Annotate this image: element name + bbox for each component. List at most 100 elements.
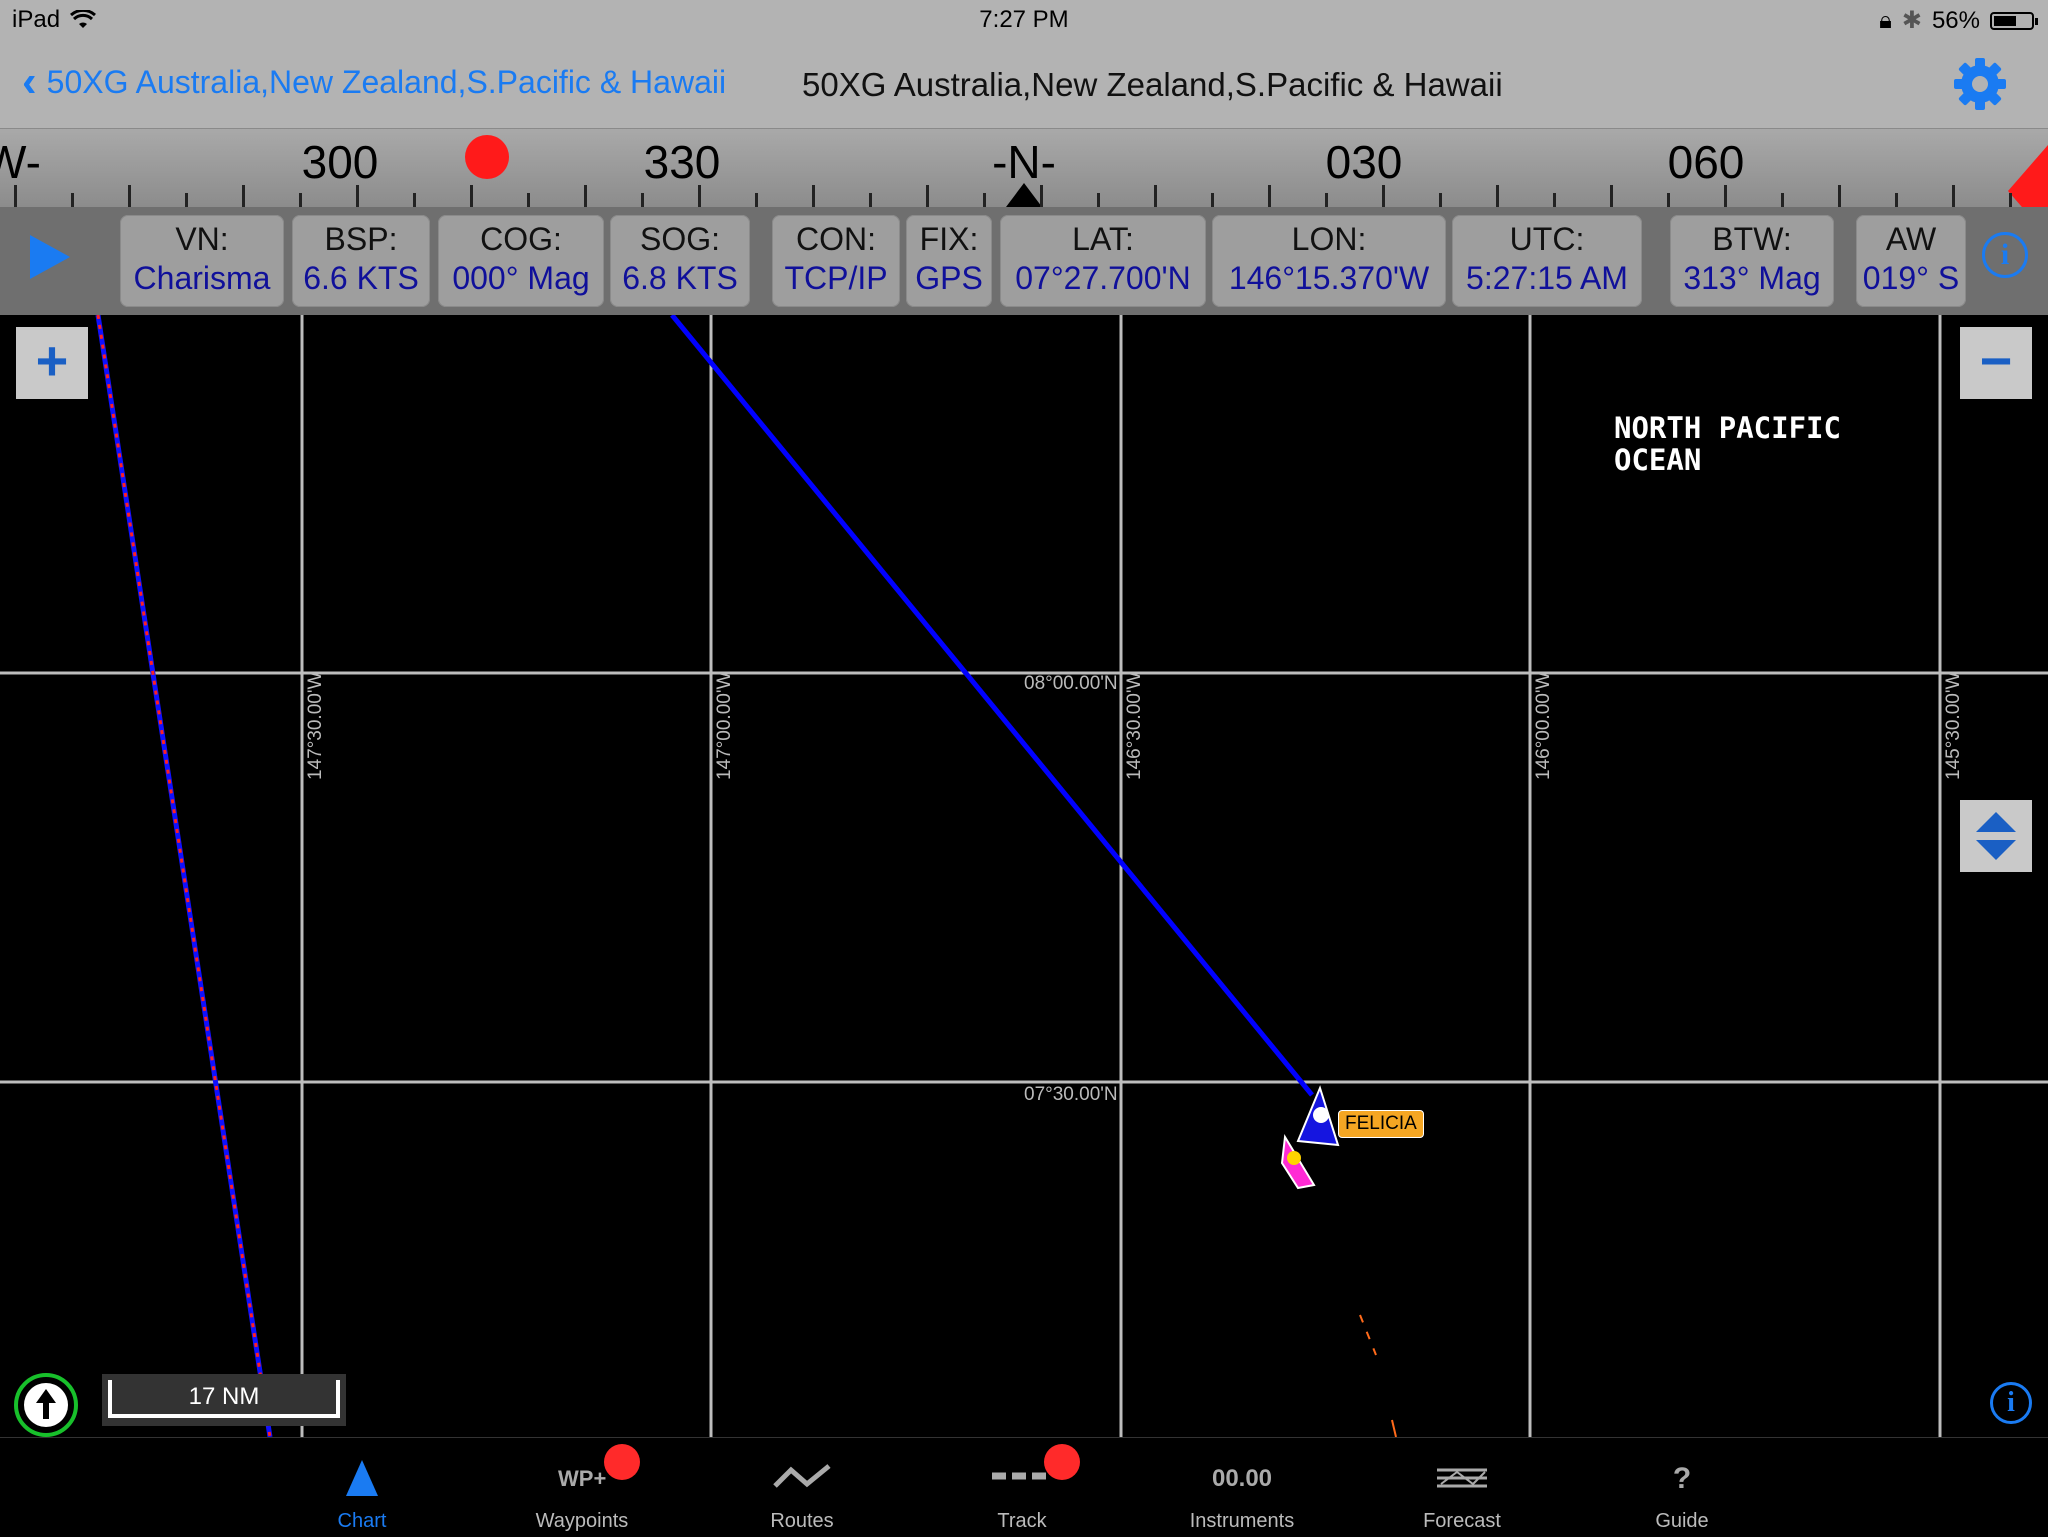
instrument-label: CON: — [796, 221, 876, 257]
instrument-cell[interactable]: AW 019° S — [1856, 215, 1966, 307]
tab-label: Routes — [770, 1510, 834, 1532]
instrument-cell[interactable]: UTC: 5:27:15 AM — [1452, 215, 1642, 307]
notification-badge — [1044, 1444, 1080, 1480]
compass-tick — [755, 193, 758, 207]
instrument-cell[interactable]: CON: TCP/IP — [772, 215, 900, 307]
compass-tick — [641, 193, 644, 207]
tab-chart[interactable]: Chart — [282, 1438, 442, 1537]
longitude-label: 147°00.00'W — [714, 671, 735, 780]
zoom-in-button[interactable]: + — [16, 327, 88, 399]
instrument-cell[interactable]: BTW: 313° Mag — [1670, 215, 1834, 307]
tab-routes[interactable]: Routes — [722, 1438, 882, 1537]
chart-canvas — [0, 315, 2048, 1437]
instrument-label: LON: — [1291, 221, 1367, 257]
battery-icon — [1990, 11, 2038, 30]
tab-guide[interactable]: ? Guide — [1602, 1438, 1762, 1537]
instrument-label: VN: — [175, 221, 229, 257]
compass-tick — [1268, 185, 1271, 207]
svg-text:WP+: WP+ — [558, 1466, 606, 1491]
instrument-label: UTC: — [1509, 221, 1585, 257]
tab-instruments[interactable]: 00.00 Instruments — [1162, 1438, 1322, 1537]
compass-tick — [242, 185, 245, 207]
arrow-up-icon — [36, 1389, 56, 1419]
tab-waypoints[interactable]: WP+ Waypoints — [502, 1438, 662, 1537]
svg-text:?: ? — [1673, 1462, 1691, 1495]
instrument-label: LAT: — [1072, 221, 1134, 257]
compass-label: W- — [0, 136, 41, 188]
instrument-value: TCP/IP — [784, 260, 888, 296]
tab-bar: Chart WP+ Waypoints Routes Track 00.00 Instrum… — [0, 1437, 2048, 1537]
compass-tick — [1952, 185, 1955, 207]
compass-tick — [1553, 193, 1556, 207]
compass-tick — [1610, 185, 1613, 207]
navigation-bar: ‹ 50XG Australia,New Zealand,S.Pacific &… — [0, 42, 2048, 129]
scale-bar: 17 NM — [102, 1374, 346, 1426]
play-icon[interactable] — [30, 235, 70, 279]
settings-gear-icon[interactable] — [1950, 54, 2010, 114]
compass-tick — [1895, 193, 1898, 207]
compass-label: 030 — [1325, 136, 1403, 188]
chart-icon — [282, 1456, 442, 1500]
compass-label: 060 — [1667, 136, 1745, 188]
instrument-cell[interactable]: COG: 000° Mag — [438, 215, 604, 307]
compass-tick — [1838, 185, 1841, 207]
instrument-label: COG: — [480, 221, 562, 257]
longitude-label: 146°00.00'W — [1533, 671, 1554, 780]
latitude-label: 08°00.00'N — [1024, 673, 1118, 694]
instrument-value: 6.6 KTS — [303, 260, 419, 296]
info-icon[interactable]: i — [1982, 232, 2028, 278]
compass-tick — [698, 185, 701, 207]
chart-info-icon[interactable]: i — [1990, 1382, 2032, 1424]
instrument-cell[interactable]: VN: Charisma — [120, 215, 284, 307]
status-bar: iPad 7:27 PM 🔒︎ ✱ 56% — [0, 0, 2048, 42]
track-line — [1359, 1314, 1377, 1356]
compass-tick — [1325, 193, 1328, 207]
tab-track[interactable]: Track — [942, 1438, 1102, 1537]
instrument-cell[interactable]: LON: 146°15.370'W — [1212, 215, 1446, 307]
compass-tick — [1667, 193, 1670, 207]
rotation-lock-icon: 🔒︎ — [1879, 6, 1892, 34]
route-line — [670, 315, 1314, 1097]
battery-percent: 56% — [1931, 6, 1980, 34]
compass-label: 300 — [301, 136, 379, 188]
layer-toggle-button[interactable] — [1960, 800, 2032, 872]
tab-label: Chart — [337, 1510, 387, 1532]
instrument-label: AW — [1885, 221, 1937, 257]
instrument-cell[interactable]: FIX: GPS — [906, 215, 992, 307]
forecast-icon — [1382, 1456, 1542, 1500]
north-up-button[interactable] — [14, 1373, 78, 1437]
compass-tick — [527, 193, 530, 207]
instrument-cell[interactable]: BSP: 6.6 KTS — [292, 215, 430, 307]
compass-tick — [1496, 185, 1499, 207]
own-boat-center — [1287, 1151, 1301, 1165]
ocean-name-label: NORTH PACIFIC OCEAN — [1614, 411, 1841, 477]
compass-tick — [71, 193, 74, 207]
tab-forecast[interactable]: Forecast — [1382, 1438, 1542, 1537]
vessel-felicia-center — [1313, 1107, 1329, 1123]
vessel-name-tag[interactable]: FELICIA — [1338, 1110, 1424, 1138]
instrument-label: BSP: — [324, 221, 398, 257]
compass-tick — [1097, 193, 1100, 207]
instrument-cell[interactable]: LAT: 07°27.700'N — [1000, 215, 1206, 307]
nautical-chart[interactable]: 147°30.00'W 147°00.00'W 146°30.00'W 146°… — [0, 315, 2048, 1437]
instrument-label: FIX: — [919, 221, 979, 257]
scale-bar-label: 17 NM — [108, 1380, 340, 1418]
compass-tick — [812, 185, 815, 207]
compass-label: 330 — [643, 136, 721, 188]
longitude-label: 145°30.00'W — [1943, 671, 1964, 780]
compass-tick — [1040, 185, 1043, 207]
instrument-value: 000° Mag — [452, 260, 590, 296]
offscale-bearing-marker-icon — [2008, 145, 2048, 207]
guide-icon: ? — [1602, 1456, 1762, 1500]
back-button[interactable]: ‹ 50XG Australia,New Zealand,S.Pacific &… — [22, 60, 726, 104]
up-down-arrows-icon — [1976, 812, 2016, 860]
compass-tick — [413, 193, 416, 207]
zoom-out-button[interactable]: − — [1960, 327, 2032, 399]
longitude-label: 146°30.00'W — [1124, 671, 1145, 780]
instrument-value: 07°27.700'N — [1015, 260, 1191, 296]
instrument-value: 146°15.370'W — [1228, 260, 1430, 296]
notification-badge — [604, 1444, 640, 1480]
compass-tick — [1211, 193, 1214, 207]
instruments-icon: 00.00 — [1162, 1456, 1322, 1500]
instrument-cell[interactable]: SOG: 6.8 KTS — [610, 215, 750, 307]
